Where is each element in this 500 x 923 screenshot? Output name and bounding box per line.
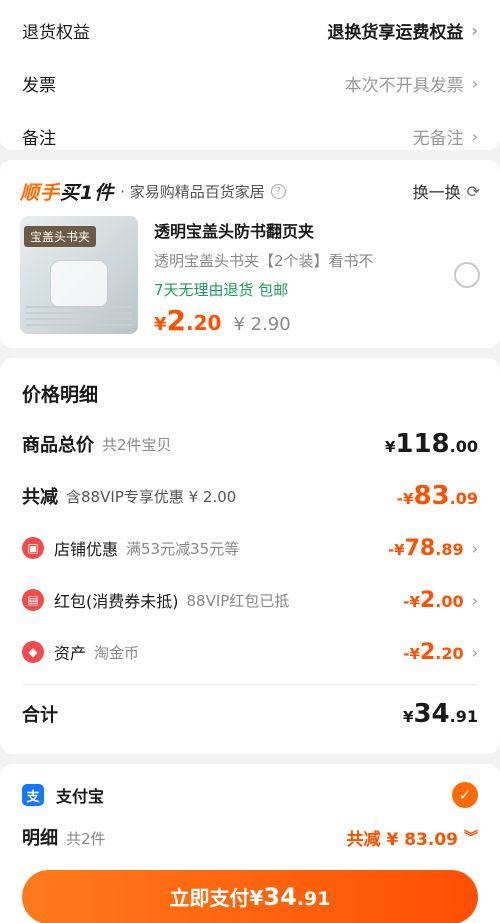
select-radio[interactable] [454,262,480,288]
price-detail-card: 价格明细 商品总价 共2件宝贝 ¥118.00 共减 含88VIP专享优惠 ¥ … [0,358,500,754]
assets-row[interactable]: ◆ 资产 淘金币 -¥ 2.20 › [0,626,500,678]
check-icon[interactable]: ✓ [452,782,478,808]
shop-name: · 家易购精品百货家居 [120,182,265,201]
return-rights-row[interactable]: 退货权益 退换货享运费权益 › [0,4,500,57]
pay-now-button[interactable]: 立即支付 ¥34.91 [22,870,478,923]
red-packet-row[interactable]: ▤ 红包(消费券未抵) 88VIP红包已抵 -¥ 2.00 › [0,574,500,626]
shop-discount-label: 店铺优惠 [54,540,119,559]
discount-amount: -¥ 83.09 [396,481,478,511]
total-price-row: 商品总价 共2件宝贝 ¥118.00 [0,418,500,470]
product-price: ¥2.20 [154,304,222,337]
remark-value: 无备注 [412,129,464,149]
product-spec: 透明宝盖头书夹【2个装】看书不 [154,252,374,270]
original-price: ¥ 2.90 [233,314,291,335]
red-packet-amount: -¥ 2.00 [403,587,464,613]
return-rights-label: 退货权益 [22,23,90,43]
remark-label: 备注 [22,129,56,149]
alipay-row[interactable]: 支 支付宝 ✓ [0,774,500,816]
summary-sub: 共2件 [66,830,106,848]
summary-row[interactable]: 明细 共2件 共减 ¥ 83.09 ︾ [0,816,500,858]
price-detail-title: 价格明细 [22,384,99,406]
summary-label: 明细 [22,828,58,849]
invoice-value: 本次不开具发票 [344,76,464,96]
book-lines [26,306,132,326]
assets-label: 资产 [54,644,87,663]
swap-button[interactable]: 换一换 ⟳ [413,179,480,203]
product-thumbnail[interactable]: 宝盖头书夹 [20,216,138,334]
sum-label: 合计 [22,705,58,726]
return-rights-value: 退换货享运费权益 [327,23,464,43]
chevron-right-icon: › [471,590,478,610]
assets-sub: 淘金币 [94,643,140,662]
alipay-label: 支付宝 [56,787,105,806]
shop-discount-sub: 满53元减35元等 [126,539,240,558]
clip-shape [50,260,108,308]
chevron-right-icon: › [471,642,478,662]
refresh-icon: ⟳ [466,181,480,201]
assets-amount: -¥ 2.20 [403,639,464,665]
tag-icon: ◆ [22,641,44,663]
thumbnail-tag: 宝盖头书夹 [24,226,97,247]
discount-row: 共减 含88VIP专享优惠 ¥ 2.00 -¥ 83.09 [0,470,500,522]
add-on-product-card: 顺手买1件 · 家易购精品百货家居 ? 换一换 ⟳ 宝盖头书夹 透明宝盖头防书翻… [0,160,500,348]
red-packet-sub: 88VIP红包已抵 [186,591,290,610]
question-icon[interactable]: ? [270,183,286,199]
total-price-amount: ¥118.00 [384,429,478,459]
red-packet-label: 红包(消费券未抵) [54,592,179,611]
payment-bar: 支 支付宝 ✓ 明细 共2件 共减 ¥ 83.09 ︾ 立即支付 ¥34.91 [0,764,500,923]
chevron-right-icon: › [471,127,478,146]
product-title: 透明宝盖头防书翻页夹 [154,222,315,241]
double-chevron-down-icon: ︾ [464,830,478,846]
swap-label: 换一换 [412,183,461,202]
remark-row[interactable]: 备注 无备注 › [0,110,500,163]
product-tags: 7天无理由退货 包邮 [154,281,289,299]
order-options-card: 退货权益 退换货享运费权益 › 发票 本次不开具发票 › 备注 无备注 › [0,0,500,150]
chevron-right-icon: › [471,21,478,40]
invoice-label: 发票 [22,76,56,96]
product-item[interactable]: 宝盖头书夹 透明宝盖头防书翻页夹 透明宝盖头书夹【2个装】看书不 7天无理由退货… [0,204,500,337]
red-packet-icon: ▤ [22,589,44,611]
discount-sub: 含88VIP专享优惠 ¥ 2.00 [66,487,237,506]
discount-label: 共减 [22,487,58,508]
chevron-right-icon: › [471,74,478,93]
shunshou-logo: 顺手买1件 [20,181,115,204]
sum-amount: ¥34.91 [403,699,478,729]
shop-discount-amount: -¥ 78.89 [387,535,464,561]
total-price-label: 商品总价 [22,435,94,456]
sum-row: 合计 ¥34.91 [0,685,500,743]
shop-header: 顺手买1件 · 家易购精品百货家居 ? 换一换 ⟳ [0,178,500,204]
total-price-sub: 共2件宝贝 [102,435,172,454]
alipay-icon: 支 [22,784,44,806]
saved-amount: 共减 ¥ 83.09 [346,829,458,850]
shop-discount-row[interactable]: ▣ 店铺优惠 满53元减35元等 -¥ 78.89 › [0,522,500,574]
shop-icon: ▣ [22,537,44,559]
chevron-right-icon: › [471,538,478,558]
invoice-row[interactable]: 发票 本次不开具发票 › [0,57,500,110]
